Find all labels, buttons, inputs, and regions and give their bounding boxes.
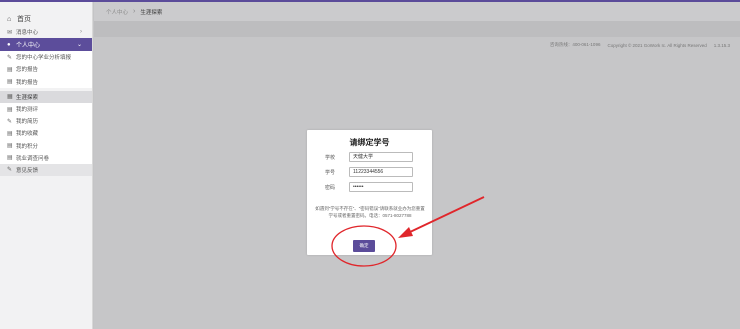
sidebar-item-academic-report[interactable]: ✎ 您的中心学业分析填报 bbox=[0, 51, 92, 64]
chat-icon: ✉ bbox=[7, 29, 13, 36]
sidebar-item-home[interactable]: ⌂ 首页 bbox=[0, 12, 92, 26]
sidebar-item-feedback[interactable]: ✎ 意见反馈 bbox=[0, 163, 92, 177]
help-text: 如遇到“学号不存在”、“密码错误”请联系就业办为您重置学号或者重置密码。电话：0… bbox=[315, 206, 425, 218]
sidebar-item-my-report[interactable]: ▤ 我的报告 bbox=[0, 75, 92, 88]
sidebar-item-label: 意见反馈 bbox=[16, 167, 39, 174]
breadcrumb: 个人中心 › 生涯探索 bbox=[94, 2, 740, 22]
calendar-icon: ▦ bbox=[7, 94, 13, 101]
sidebar-item-career-exploration[interactable]: ▦ 生涯探索 bbox=[0, 90, 92, 103]
home-icon: ⌂ bbox=[7, 15, 12, 23]
sidebar-item-label: 您的中心学业分析填报 bbox=[16, 55, 72, 62]
doc-icon: ▤ bbox=[7, 143, 13, 150]
sidebar-item-label: 首页 bbox=[17, 16, 31, 23]
sidebar-item-personal-center[interactable]: ● 个人中心 ⌄ bbox=[0, 38, 92, 52]
sidebar-item-your-report[interactable]: ▤ 您的报告 bbox=[0, 63, 92, 76]
sidebar-item-label: 我的积分 bbox=[16, 143, 39, 150]
sidebar-item-employment-survey[interactable]: ▤ 就业调查问卷 bbox=[0, 151, 92, 164]
sidebar-item-label: 消息中心 bbox=[16, 30, 39, 37]
school-field[interactable]: 天健大学 bbox=[349, 152, 413, 162]
sidebar: ⌂ 首页 ✉ 消息中心 › ● 个人中心 ⌄ ✎ 您的中心学业分析填报 ▤ 您的… bbox=[0, 2, 93, 329]
sidebar-item-messages[interactable]: ✉ 消息中心 › bbox=[0, 26, 92, 38]
sidebar-item-my-points[interactable]: ▤ 我的积分 bbox=[0, 139, 92, 152]
doc-icon: ▤ bbox=[7, 66, 13, 73]
password-label: 密码 bbox=[325, 184, 336, 191]
edit-icon: ✎ bbox=[7, 54, 13, 61]
breadcrumb-parent[interactable]: 个人中心 bbox=[106, 8, 128, 16]
doc-icon: ▤ bbox=[7, 155, 13, 162]
breadcrumb-separator-icon: › bbox=[133, 8, 136, 15]
doc-icon: ▤ bbox=[7, 79, 13, 86]
chevron-down-icon: ⌄ bbox=[76, 42, 82, 49]
edit-icon: ✎ bbox=[7, 118, 13, 125]
bind-student-id-dialog: 请绑定学号 学校 天健大学 学号 11223344556 密码 •••••• 如… bbox=[307, 130, 432, 255]
version-text: 1.3.15.3 bbox=[713, 42, 730, 48]
sidebar-item-my-resume[interactable]: ✎ 我的简历 bbox=[0, 115, 92, 128]
sidebar-item-label: 我的测评 bbox=[16, 107, 39, 114]
copyright-text: Copyright © 2021 GoWork Ic. All Rights R… bbox=[607, 42, 707, 48]
student-id-label: 学号 bbox=[325, 169, 336, 176]
doc-icon: ▤ bbox=[7, 106, 13, 113]
edit-icon: ✎ bbox=[7, 167, 13, 174]
sidebar-item-label: 我的简历 bbox=[16, 119, 39, 126]
sidebar-item-my-assessment[interactable]: ▤ 我的测评 bbox=[0, 102, 92, 116]
user-icon: ● bbox=[7, 41, 11, 48]
student-id-row: 学号 11223344556 bbox=[325, 167, 413, 177]
sidebar-item-label: 个人中心 bbox=[16, 43, 41, 50]
password-field[interactable]: •••••• bbox=[349, 182, 413, 192]
header-strip bbox=[94, 22, 740, 37]
breadcrumb-current: 生涯探索 bbox=[140, 9, 163, 16]
doc-icon: ▤ bbox=[7, 130, 13, 137]
confirm-button[interactable]: 确定 bbox=[353, 240, 375, 252]
sidebar-item-label: 就业调查问卷 bbox=[16, 155, 50, 162]
site-info-bar: 咨询热线：400-061-1096 Copyright © 2021 GoWor… bbox=[94, 37, 740, 53]
dialog-title: 请绑定学号 bbox=[349, 138, 390, 147]
sidebar-item-my-favorites[interactable]: ▤ 我的收藏 bbox=[0, 127, 92, 140]
sidebar-item-label: 生涯探索 bbox=[16, 94, 39, 101]
password-row: 密码 •••••• bbox=[325, 182, 413, 192]
chevron-right-icon: › bbox=[80, 29, 82, 36]
student-id-field[interactable]: 11223344556 bbox=[349, 167, 413, 177]
sidebar-item-label: 我的收藏 bbox=[16, 131, 39, 138]
school-label: 学校 bbox=[325, 154, 336, 161]
school-row: 学校 天健大学 bbox=[325, 152, 413, 162]
sidebar-item-label: 我的报告 bbox=[16, 79, 39, 86]
hotline-text: 咨询热线：400-061-1096 bbox=[549, 42, 601, 47]
sidebar-item-label: 您的报告 bbox=[16, 67, 39, 74]
